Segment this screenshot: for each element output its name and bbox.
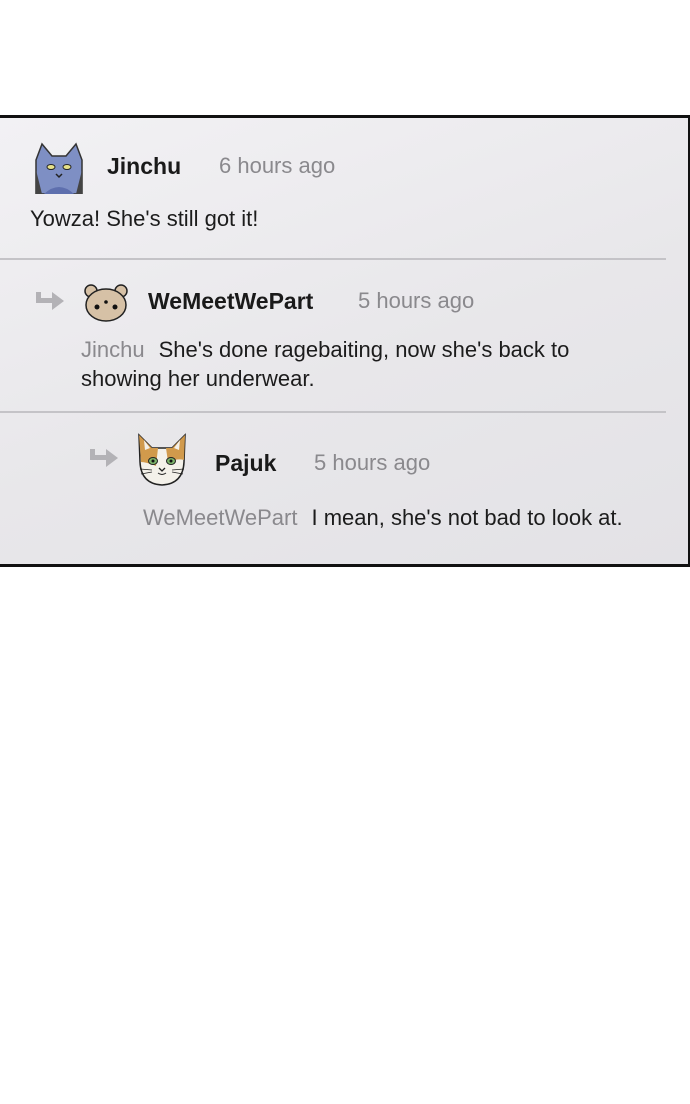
comment-text: Jinchu She's done ragebaiting, now she's … — [81, 337, 570, 391]
reply-arrow-icon — [90, 449, 118, 467]
comment-username[interactable]: Pajuk — [215, 450, 276, 477]
blue-cat-avatar-icon[interactable] — [32, 140, 86, 194]
comment-text: WeMeetWePart I mean, she's not bad to loo… — [143, 505, 623, 530]
comment-timestamp: 5 hours ago — [358, 288, 475, 313]
calico-cat-avatar-icon[interactable] — [136, 432, 188, 488]
comment-username[interactable]: Jinchu — [107, 153, 181, 180]
comment-username[interactable]: WeMeetWePart — [148, 288, 313, 315]
comment-panel: Jinchu 6 hours ago Yowza! She's still go… — [0, 115, 690, 567]
tan-bear-avatar-icon[interactable] — [83, 283, 129, 323]
reply-mention[interactable]: WeMeetWePart — [143, 505, 297, 530]
comment-divider — [0, 411, 666, 413]
reply-arrow-icon — [36, 292, 64, 310]
comment-text: Yowza! She's still got it! — [30, 206, 259, 231]
reply-mention[interactable]: Jinchu — [81, 337, 145, 362]
comment-timestamp: 5 hours ago — [314, 450, 431, 475]
comment-timestamp: 6 hours ago — [219, 153, 336, 178]
comment-divider — [0, 258, 666, 260]
